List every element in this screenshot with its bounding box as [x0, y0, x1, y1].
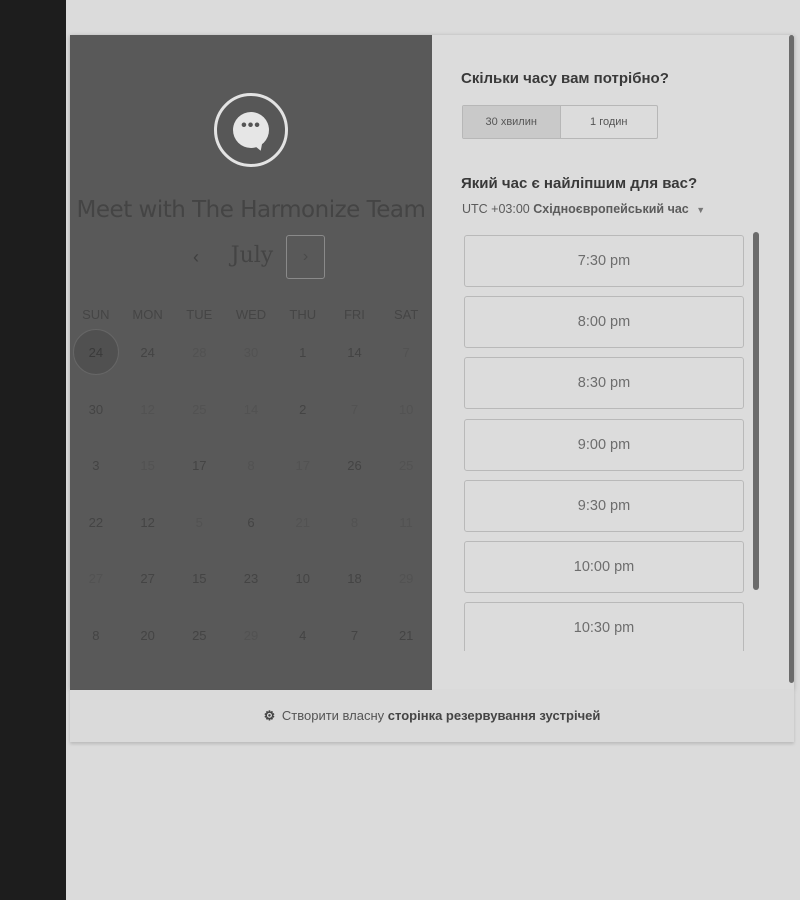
booking-card: ••• Meet with The Harmonize Team ‹ July …: [70, 35, 794, 690]
calendar-week: 8 20 25 29 4 7 21: [70, 608, 432, 665]
calendar-day: 12: [140, 401, 155, 417]
calendar-day: 14: [243, 401, 259, 417]
timezone-name: Східноєвропейський час: [533, 202, 689, 216]
time-slot-button[interactable]: 10:30 pm: [464, 602, 744, 651]
calendar-day[interactable]: 24: [122, 325, 174, 382]
calendar-day[interactable]: 23: [225, 551, 277, 608]
calendar-day-selected[interactable]: 24: [70, 325, 122, 382]
month-navigation: ‹ July ›: [70, 235, 432, 279]
weekday-thu: THU: [289, 307, 317, 322]
previous-month-button[interactable]: ‹: [182, 243, 210, 271]
meeting-title: Meet with The Harmonize Team: [76, 197, 426, 223]
duration-question: Скільки часу вам потрібно?: [461, 70, 669, 87]
time-slot-button[interactable]: 9:30 pm: [464, 479, 744, 532]
calendar-day: 28: [192, 345, 207, 360]
time-slot-button[interactable]: 10:00 pm: [464, 540, 744, 593]
duration-toggle: 30 хвилин 1 годин: [462, 105, 658, 139]
calendar-day: 15: [140, 458, 155, 474]
calendar-week: 22 12 5 6 21 8 11: [70, 495, 432, 552]
weekday-sun: SUN: [82, 307, 110, 322]
duration-1hour-button[interactable]: 1 годин: [561, 106, 658, 138]
calendar-day: 25: [398, 458, 414, 474]
calendar-day[interactable]: 15: [173, 551, 225, 608]
calendar-day[interactable]: 7: [329, 608, 381, 665]
calendar-day: 30: [243, 345, 259, 360]
calendar-day[interactable]: 8: [70, 608, 122, 665]
calendar-day[interactable]: 17: [173, 438, 225, 495]
calendar-day: 27: [88, 571, 104, 587]
calendar-day[interactable]: 3: [70, 438, 122, 495]
time-question: Який час є найліпшим для вас?: [461, 175, 698, 192]
time-slot-button[interactable]: 9:00 pm: [464, 418, 744, 471]
calendar-panel: ••• Meet with The Harmonize Team ‹ July …: [70, 35, 432, 690]
chat-bubble-icon: •••: [233, 112, 269, 148]
calendar-day[interactable]: 26: [329, 438, 381, 495]
time-slot-button[interactable]: 8:00 pm: [464, 296, 744, 349]
calendar-day[interactable]: 20: [122, 608, 174, 665]
weekday-header: SUN MON TUE WED THU FRI SAT: [70, 307, 432, 327]
weekday-mon: MON: [132, 307, 163, 322]
next-month-button[interactable]: ›: [286, 235, 325, 279]
day-number: 24: [88, 345, 104, 360]
weekday-tue: TUE: [186, 307, 213, 322]
calendar-day[interactable]: 18: [329, 551, 381, 608]
left-dark-sidebar: [0, 0, 66, 900]
calendar-day: 17: [295, 458, 310, 474]
calendar-day[interactable]: 27: [122, 551, 174, 608]
footer-link[interactable]: сторінка резервування зустрічей: [388, 708, 601, 723]
time-slot-button[interactable]: 8:30 pm: [464, 357, 744, 410]
calendar-week: 24 24 28 30 1 14 7: [70, 325, 432, 382]
calendar-week: 30 12 25 14 2 7 10: [70, 382, 432, 439]
calendar-day[interactable]: 22: [70, 495, 122, 552]
calendar-day[interactable]: 10: [277, 551, 329, 608]
calendar-day: 29: [243, 627, 259, 643]
calendar-day[interactable]: 6: [225, 495, 277, 552]
calendar-day: 21: [295, 514, 310, 530]
time-slot-list: 7:30 pm 8:00 pm 8:30 pm 9:00 pm 9:30 pm …: [464, 235, 746, 651]
calendar-day[interactable]: 2: [277, 382, 329, 439]
calendar-day[interactable]: 1: [277, 325, 329, 382]
caret-down-icon: ▼: [696, 205, 706, 215]
weekday-fri: FRI: [343, 307, 365, 322]
time-slot-button[interactable]: 7:30 pm: [464, 235, 744, 287]
calendar-week: 3 15 17 8 17 26 25: [70, 438, 432, 495]
timezone-offset: UTC +03:00: [462, 202, 530, 216]
weekday-wed: WED: [235, 307, 267, 322]
duration-30min-button[interactable]: 30 хвилин: [463, 106, 561, 138]
time-selection-panel: Скільки часу вам потрібно? 30 хвилин 1 г…: [432, 35, 794, 690]
calendar-grid: 24 24 28 30 1 14 7 30 12 25 14 2 7 10 3 …: [70, 325, 432, 665]
month-label: July: [230, 243, 274, 268]
weekday-sat: SAT: [394, 307, 419, 322]
calendar-day[interactable]: 4: [277, 608, 329, 665]
calendar-day: 7: [402, 345, 410, 360]
sprocket-icon: ⚙: [263, 708, 276, 723]
footer-bar: ⚙ Створити власну сторінка резервування …: [70, 690, 794, 742]
calendar-day[interactable]: 12: [122, 495, 174, 552]
calendar-day: 5: [195, 514, 203, 530]
footer-text: Створити власну: [281, 708, 385, 723]
calendar-day[interactable]: 14: [329, 325, 381, 382]
avatar: •••: [214, 93, 288, 167]
calendar-day: 11: [399, 514, 413, 530]
calendar-day[interactable]: 30: [70, 382, 122, 439]
time-slot-scrollbar[interactable]: [753, 232, 759, 590]
calendar-day: 8: [247, 458, 255, 474]
timezone-selector[interactable]: UTC +03:00 Східноєвропейський час ▼: [462, 202, 705, 216]
calendar-week: 27 27 15 23 10 18 29: [70, 551, 432, 608]
calendar-day: 8: [350, 514, 359, 530]
calendar-day[interactable]: 21: [380, 608, 432, 665]
calendar-day[interactable]: 25: [173, 608, 225, 665]
calendar-day: 25: [192, 401, 207, 417]
calendar-day: 10: [398, 401, 414, 417]
calendar-day: 29: [398, 571, 414, 587]
card-scrollbar[interactable]: [789, 35, 794, 683]
calendar-day: 7: [350, 401, 359, 417]
